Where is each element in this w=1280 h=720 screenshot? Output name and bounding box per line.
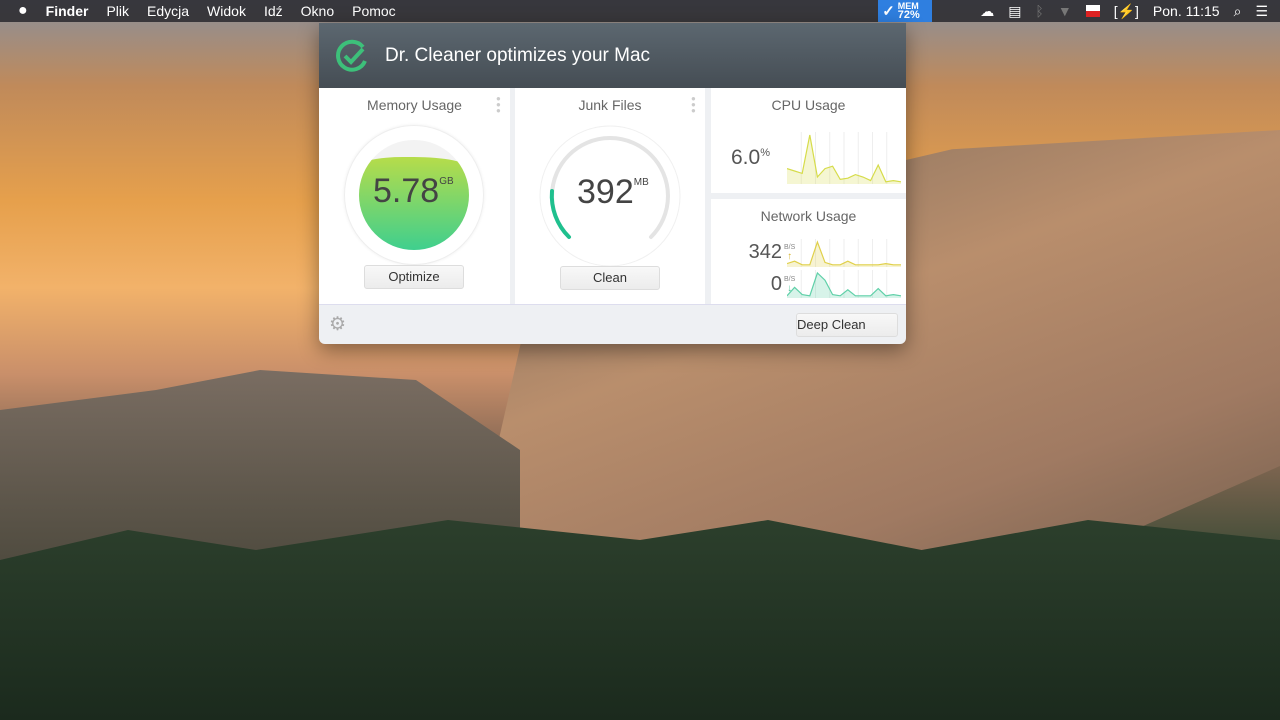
menu-plik[interactable]: Plik: [97, 0, 138, 22]
dr-cleaner-icon: ✓: [882, 2, 895, 20]
junk-card: Junk Files ● ● ● 392MB Clean: [515, 88, 705, 304]
notification-center-icon[interactable]: ☰: [1255, 3, 1268, 20]
apple-menu-icon[interactable]: ●: [0, 0, 37, 22]
memory-title: Memory Usage: [367, 97, 462, 113]
panel-title: Dr. Cleaner optimizes your Mac: [385, 44, 651, 66]
junk-more-icon[interactable]: ● ● ●: [691, 95, 696, 115]
dr-cleaner-menu-extra[interactable]: ✓ MEM 72%: [878, 0, 933, 22]
upload-value: 342: [748, 241, 782, 263]
network-card: Network Usage 342 B/S ↑ 0 B/S ↓: [711, 199, 906, 304]
clean-button[interactable]: Clean: [560, 266, 660, 290]
menu-okno[interactable]: Okno: [292, 0, 343, 22]
cpu-title: CPU Usage: [771, 97, 846, 113]
panel-header: Dr. Cleaner optimizes your Mac: [319, 23, 906, 88]
battery-icon[interactable]: [⚡]: [1114, 3, 1139, 20]
mem-value: 72%: [897, 9, 920, 21]
memory-card: Memory Usage ● ● ● 5.78GB Optimize: [319, 88, 510, 304]
menu-widok[interactable]: Widok: [198, 0, 255, 22]
menu-finder[interactable]: Finder: [37, 0, 98, 22]
wifi-icon[interactable]: ▼: [1058, 3, 1072, 19]
menu-idz[interactable]: Idź: [255, 0, 292, 22]
wallpaper-forest: [0, 520, 1280, 720]
settings-gear-icon[interactable]: ⚙: [329, 313, 346, 336]
panel-footer: ⚙ Deep Clean: [319, 304, 906, 344]
network-title: Network Usage: [760, 208, 857, 224]
memory-value: 5.78: [373, 172, 440, 210]
upload-chart: [787, 239, 901, 267]
cpu-card: CPU Usage 6.0%: [711, 88, 906, 193]
cpu-value: 6.0: [731, 146, 761, 169]
menu-pomoc[interactable]: Pomoc: [343, 0, 405, 22]
dr-cleaner-panel: Dr. Cleaner optimizes your Mac Memory Us…: [319, 23, 906, 344]
clock[interactable]: Pon. 11:15: [1153, 3, 1220, 19]
cloud-icon[interactable]: ☁: [980, 3, 994, 20]
junk-title: Junk Files: [578, 97, 642, 113]
menu-bar: ● Finder Plik Edycja Widok Idź Okno Pomo…: [0, 0, 1280, 22]
memory-unit: GB: [439, 176, 454, 187]
memory-more-icon[interactable]: ● ● ●: [496, 95, 501, 115]
junk-unit: MB: [633, 177, 649, 188]
dr-cleaner-logo-icon: [336, 39, 367, 72]
cpu-chart: [787, 132, 901, 184]
spotlight-icon[interactable]: ⌕: [1234, 3, 1242, 20]
bluetooth-icon[interactable]: ᛒ: [1035, 3, 1043, 19]
battery-widget-icon[interactable]: ▤: [1008, 3, 1021, 20]
download-value: 0: [770, 273, 782, 295]
download-chart: [787, 270, 901, 298]
menu-edycja[interactable]: Edycja: [138, 0, 198, 22]
deep-clean-button[interactable]: Deep Clean: [796, 313, 898, 337]
flag-icon[interactable]: [1085, 5, 1100, 17]
junk-value: 392: [577, 173, 634, 211]
optimize-button[interactable]: Optimize: [364, 265, 464, 289]
cpu-unit: %: [760, 147, 770, 159]
